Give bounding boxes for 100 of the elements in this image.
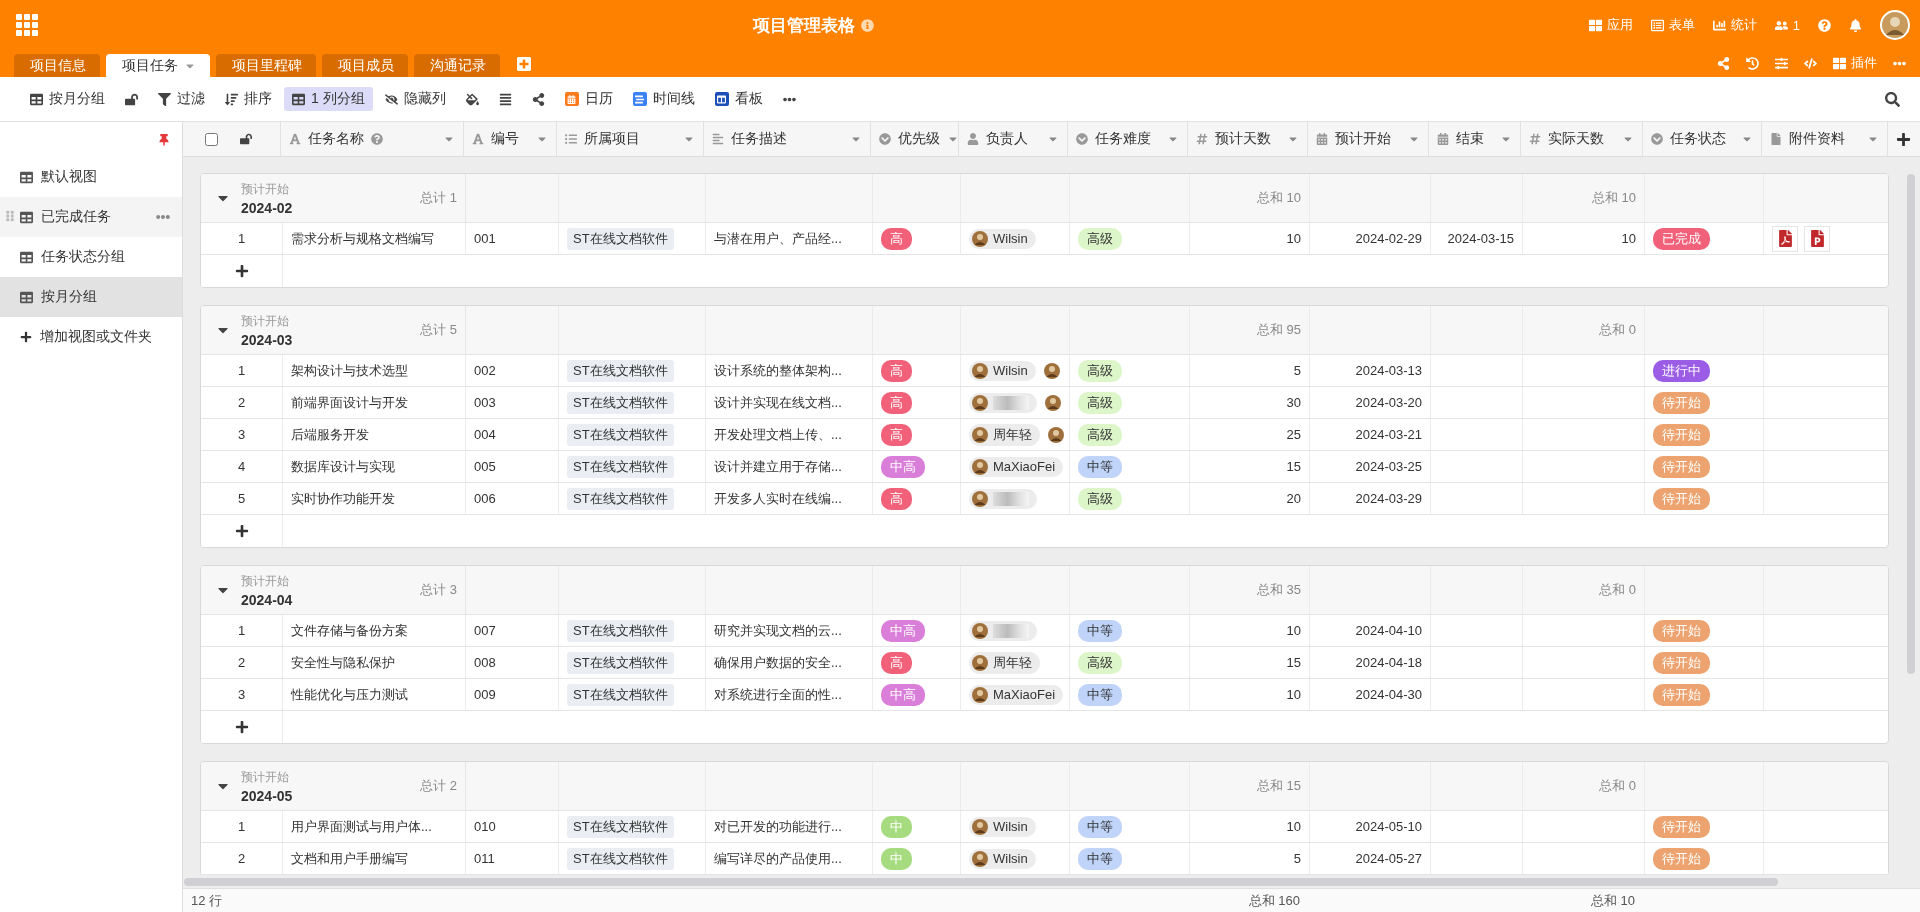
calendar-button[interactable]: 日历 [556,87,621,111]
table-row[interactable]: 3 性能优化与压力测试 009 ST在线文档软件 对系统进行全面的性... 中高 MaXiaoFei 中等 10 2024-04-30 待开始 [201,679,1888,711]
sort-icon [225,92,238,106]
apps-grid-icon[interactable] [16,14,38,36]
row-number: 2 [201,387,283,418]
row-number: 1 [201,355,283,386]
project-tag: ST在线文档软件 [567,487,674,510]
grid-icon [1833,56,1846,70]
table-row[interactable]: 3 后端服务开发 004 ST在线文档软件 开发处理文档上传、... 高 周年轻 高级 25 2024-03-21 待开始 [201,419,1888,451]
view-button[interactable]: 按月分组 [22,87,113,111]
scrollbar-thumb[interactable] [184,877,1778,886]
column-header[interactable]: 实际天数 [1521,122,1643,156]
priority-tag: 高 [881,359,912,382]
add-row-button[interactable] [201,711,283,743]
filter-button[interactable]: 过滤 [150,87,213,111]
eye-slash-icon [384,92,398,106]
avatar-icon [1045,394,1061,411]
redacted-name [993,395,1029,410]
column-header[interactable]: 任务难度 [1068,122,1188,156]
plus-icon [234,720,249,734]
group-value: 2024-04 [241,591,293,608]
add-row-button[interactable] [201,515,283,547]
column-header[interactable]: 预计天数 [1188,122,1308,156]
table-row[interactable]: 2 前端界面设计与开发 003 ST在线文档软件 设计并实现在线文档... 高 高级 30 2024-03-20 待开始 [201,387,1888,419]
table-row[interactable]: 1 用户界面测试与用户体... 010 ST在线文档软件 对已开发的功能进行... 中 Wilsin 中等 10 2024-05-10 待开始 [201,811,1888,843]
info-icon[interactable] [860,18,874,32]
settings-button[interactable] [1775,56,1788,70]
table-cell: 实时协作功能开发 [283,483,466,514]
column-header[interactable]: 编号 [464,122,557,156]
column-header[interactable]: 预计开始 [1308,122,1429,156]
form-icon [1650,18,1664,32]
group-count: 总计 1 [420,189,457,207]
plus-icon [234,524,249,538]
help-button[interactable] [1818,18,1831,32]
table-row[interactable]: 2 安全性与隐私保护 008 ST在线文档软件 确保用户数据的安全... 高 周年轻 高级 15 2024-04-18 待开始 [201,647,1888,679]
difficulty-tag: 中等 [1078,847,1122,870]
project-tag: ST在线文档软件 [567,847,674,870]
app-title: 项目管理表格 [752,14,855,37]
owner-name: Wilsin [993,819,1028,834]
add-row-button[interactable] [201,255,283,287]
timeline-button[interactable]: 时间线 [624,87,703,111]
help-icon[interactable] [371,133,383,145]
column-header[interactable]: 附件资料 [1762,122,1888,156]
column-header[interactable]: 任务状态 [1643,122,1762,156]
table-row[interactable]: 5 实时协作功能开发 006 ST在线文档软件 开发多人实时在线编... 高 高级 20 2024-03-29 待开始 [201,483,1888,515]
redacted-name [993,623,1029,638]
project-tag: ST在线文档软件 [567,651,674,674]
kanban-button[interactable]: 看板 [706,87,771,111]
history-button[interactable] [1746,56,1759,70]
table-cell: 004 [466,419,559,450]
group-button[interactable]: 1 列分组 [284,87,373,111]
view-item[interactable]: 已完成任务 [0,197,182,237]
priority-tag: 高 [881,391,912,414]
code-button[interactable] [1804,56,1817,70]
share-icon [1717,56,1730,70]
table-row[interactable]: 4 数据库设计与实现 005 ST在线文档软件 设计并建立用于存储... 中高 MaXiaoFei 中等 15 2024-03-25 待开始 [201,451,1888,483]
hide-columns-button[interactable]: 隐藏列 [376,87,454,111]
column-label: 任务描述 [731,130,787,148]
column-header[interactable]: 负责人 [959,122,1068,156]
column-header[interactable]: 任务描述 [704,122,871,156]
help-icon [1818,18,1831,32]
avatar-icon [1048,426,1064,443]
table-cell: 开发处理文档上传、... [706,419,873,450]
scrollbar-thumb[interactable] [1907,174,1915,674]
status-tag: 待开始 [1653,847,1710,870]
table-row[interactable]: 1 文件存储与备份方案 007 ST在线文档软件 研究并实现文档的云... 中高 中等 10 2024-04-10 待开始 [201,615,1888,647]
slides-file-icon[interactable] [1804,225,1830,252]
select-all-checkbox[interactable] [205,132,218,146]
table-cell: 10 [1190,615,1310,646]
table-row[interactable]: 1 需求分析与规格文档编写 001 ST在线文档软件 与潜在用户、产品经... 高 Wilsin 高级 10 2024-02-29 2024-03-15 10 已完成 [201,223,1888,255]
priority-tag: 高 [881,227,912,250]
group-sum: 总和 0 [1523,762,1645,810]
pin-icon[interactable] [158,133,170,146]
avatar-icon[interactable] [1880,10,1910,40]
sort-button[interactable]: 排序 [217,87,280,111]
table-cell: 文档和用户手册编写 [283,843,466,874]
pdf-file-icon[interactable] [1772,225,1798,252]
table-row[interactable]: 1 架构设计与技术选型 002 ST在线文档软件 设计系统的整体架构... 高 Wilsin 高级 5 2024-03-13 进行中 [201,355,1888,387]
column-header[interactable]: 优先级 [871,122,959,156]
drag-handle-icon[interactable] [4,210,16,222]
difficulty-tag: 高级 [1078,651,1122,674]
difficulty-tag: 高级 [1078,227,1122,250]
table-cell: 2024-03-15 [1431,223,1523,254]
table-cell: 2024-04-10 [1310,615,1431,646]
row-number: 2 [201,843,283,874]
table-row[interactable]: 2 文档和用户手册编写 011 ST在线文档软件 编写详尽的产品使用... 中 Wilsin 中等 5 2024-05-27 待开始 [201,843,1888,875]
project-tag: ST在线文档软件 [567,683,674,706]
column-header[interactable]: 结束 [1429,122,1521,156]
owner-name: Wilsin [993,231,1028,246]
column-header[interactable]: 所属项目 [557,122,704,156]
priority-tag: 中高 [881,619,925,642]
table-cell: 2024-03-21 [1310,419,1431,450]
notifications-button[interactable] [1849,18,1862,32]
table-cell: 架构设计与技术选型 [283,355,466,386]
view-item[interactable]: 按月分组 [0,277,182,317]
column-header[interactable]: 任务名称 [281,122,464,156]
avatar-icon [972,426,988,443]
sheet-tab[interactable]: 项目任务 [106,54,210,77]
lock-icon[interactable] [240,133,252,145]
group-count: 总计 5 [420,321,457,339]
